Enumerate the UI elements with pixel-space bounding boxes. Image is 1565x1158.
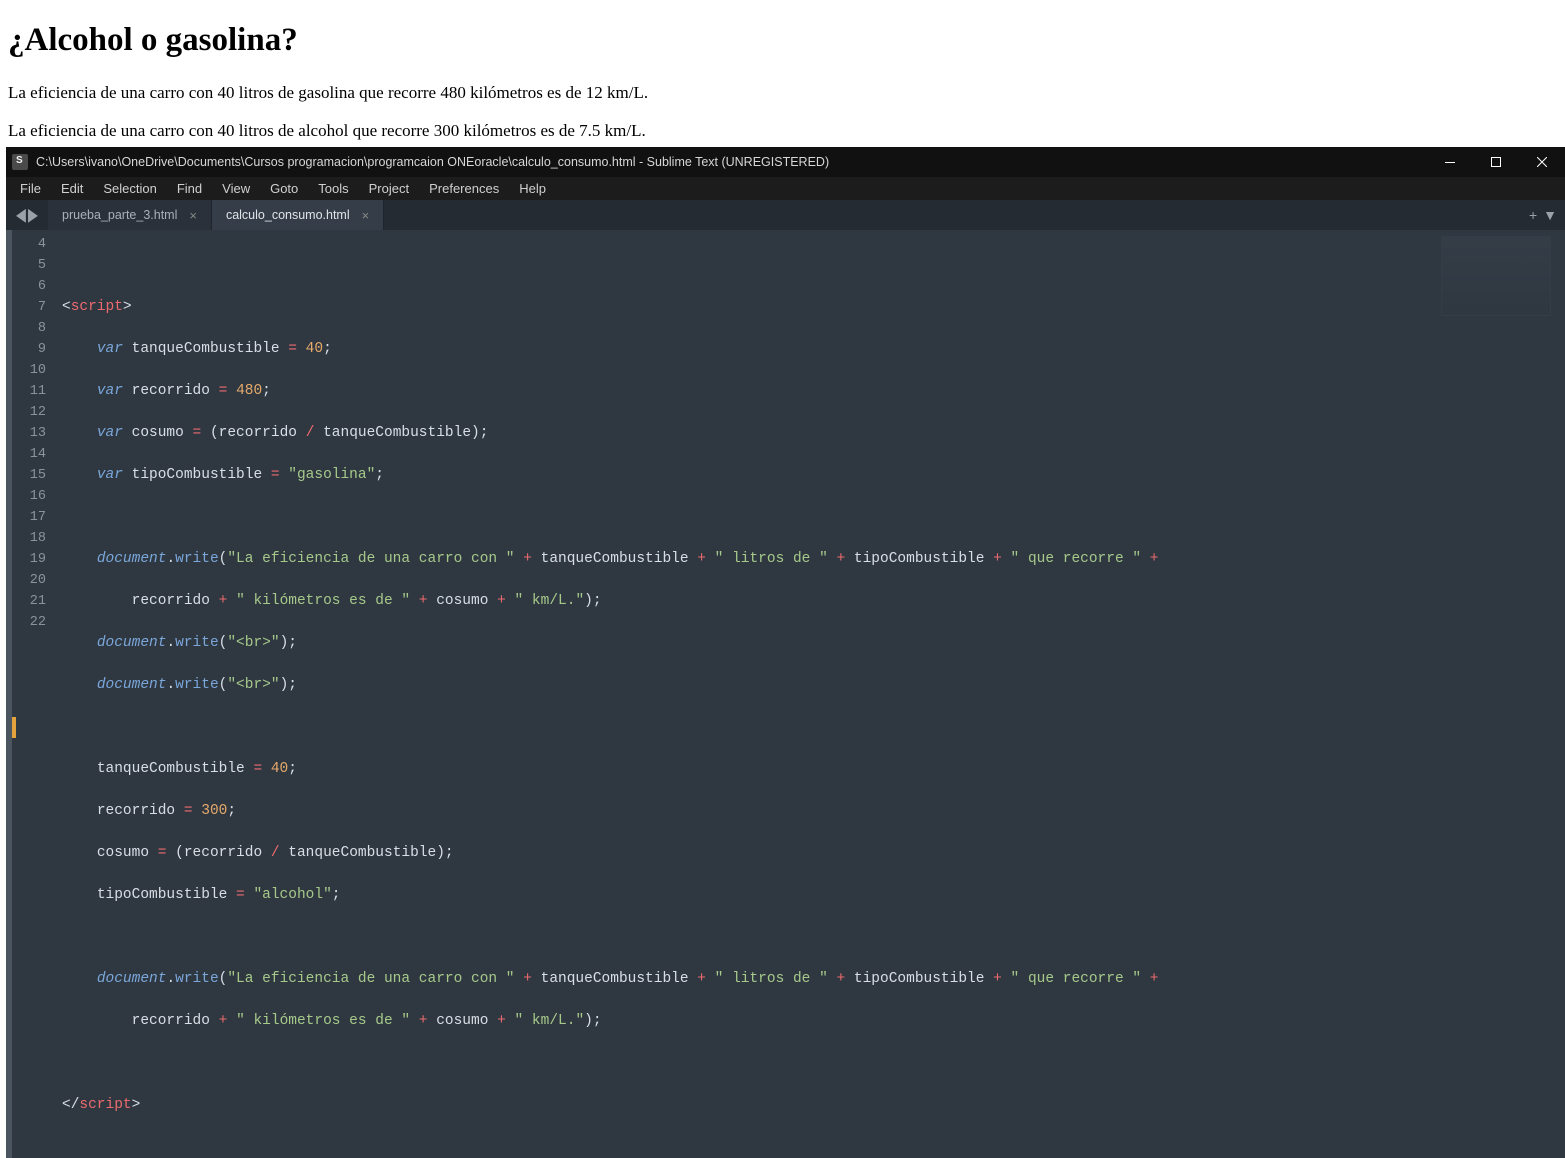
line-number: 5 (12, 255, 46, 276)
tab-close-icon[interactable]: × (189, 209, 197, 222)
line-number-gutter[interactable]: 4 5 6 7 8 9 10 11 12 13 14 15 16 17 18 1… (12, 230, 56, 1158)
line-number: 12 (12, 402, 46, 423)
code-line: document.write("La eficiencia de una car… (62, 549, 1565, 570)
output-line-1: La eficiencia de una carro con 40 litros… (8, 83, 1557, 103)
code-line: recorrido = 300; (62, 801, 1565, 822)
titlebar[interactable]: C:\Users\ivano\OneDrive\Documents\Cursos… (6, 147, 1565, 177)
line-number: 21 (12, 591, 46, 612)
code-line: cosumo = (recorrido / tanqueCombustible)… (62, 843, 1565, 864)
code-line (62, 927, 1565, 948)
menu-edit[interactable]: Edit (51, 177, 93, 200)
tab-close-icon[interactable]: × (362, 209, 370, 222)
line-number: 6 (12, 276, 46, 297)
browser-output: ¿Alcohol o gasolina? La eficiencia de un… (0, 0, 1565, 141)
code-line: recorrido + " kilómetros es de " + cosum… (62, 591, 1565, 612)
menu-project[interactable]: Project (359, 177, 419, 200)
window-title: C:\Users\ivano\OneDrive\Documents\Cursos… (36, 155, 1427, 169)
line-number: 15 (12, 465, 46, 486)
line-number: 19 (12, 549, 46, 570)
line-number: 17 (12, 507, 46, 528)
line-number: 14 (12, 444, 46, 465)
code-line: recorrido + " kilómetros es de " + cosum… (62, 1011, 1565, 1032)
tab-label: calculo_consumo.html (226, 208, 350, 222)
code-line: document.write("La eficiencia de una car… (62, 969, 1565, 990)
menu-file[interactable]: File (10, 177, 51, 200)
tab-dropdown-icon[interactable]: ▼ (1543, 207, 1557, 223)
code-line: var cosumo = (recorrido / tanqueCombusti… (62, 423, 1565, 444)
line-number: 4 (12, 234, 46, 255)
code-line: tanqueCombustible = 40; (62, 759, 1565, 780)
tab-label: prueba_parte_3.html (62, 208, 177, 222)
window-controls (1427, 147, 1565, 177)
code-line: document.write("<br>"); (62, 675, 1565, 696)
tab-bar: ◀ ▶ prueba_parte_3.html × calculo_consum… (6, 200, 1565, 230)
line-number: 8 (12, 318, 46, 339)
tab-nav-forward-icon[interactable]: ▶ (28, 204, 38, 226)
line-number: 9 (12, 339, 46, 360)
line-number: 22 (12, 612, 46, 633)
line-number: 16 (12, 486, 46, 507)
menu-tools[interactable]: Tools (308, 177, 358, 200)
menu-preferences[interactable]: Preferences (419, 177, 509, 200)
minimap[interactable] (1441, 236, 1551, 316)
line-number: 13 (12, 423, 46, 444)
sublime-text-window: C:\Users\ivano\OneDrive\Documents\Cursos… (6, 147, 1565, 905)
code-line (62, 255, 1565, 276)
code-body[interactable]: <script> var tanqueCombustible = 40; var… (56, 230, 1565, 1158)
menu-bar: File Edit Selection Find View Goto Tools… (6, 177, 1565, 200)
tab-bar-controls: + ▼ (1529, 200, 1557, 230)
output-line-2: La eficiencia de una carro con 40 litros… (8, 121, 1557, 141)
tab-calculo-consumo[interactable]: calculo_consumo.html × (212, 200, 384, 230)
tab-nav-back-icon[interactable]: ◀ (16, 204, 26, 226)
menu-help[interactable]: Help (509, 177, 556, 200)
cursor-indicator (12, 717, 16, 738)
new-tab-icon[interactable]: + (1529, 207, 1537, 223)
line-number: 10 (12, 360, 46, 381)
menu-goto[interactable]: Goto (260, 177, 308, 200)
code-line: var tanqueCombustible = 40; (62, 339, 1565, 360)
code-line: var tipoCombustible = "gasolina"; (62, 465, 1565, 486)
tab-history-nav: ◀ ▶ (6, 200, 48, 230)
code-line: </script> (62, 1095, 1565, 1116)
code-line (62, 717, 1565, 738)
maximize-button[interactable] (1473, 147, 1519, 177)
tab-prueba-parte-3[interactable]: prueba_parte_3.html × (48, 200, 212, 230)
editor-area[interactable]: 4 5 6 7 8 9 10 11 12 13 14 15 16 17 18 1… (6, 230, 1565, 1158)
sublime-app-icon (12, 154, 28, 170)
menu-find[interactable]: Find (167, 177, 212, 200)
page-heading: ¿Alcohol o gasolina? (8, 22, 1557, 59)
code-line: var recorrido = 480; (62, 381, 1565, 402)
minimize-button[interactable] (1427, 147, 1473, 177)
line-number: 11 (12, 381, 46, 402)
menu-view[interactable]: View (212, 177, 260, 200)
close-button[interactable] (1519, 147, 1565, 177)
code-line (62, 507, 1565, 528)
code-line: tipoCombustible = "alcohol"; (62, 885, 1565, 906)
line-number: 7 (12, 297, 46, 318)
menu-selection[interactable]: Selection (93, 177, 166, 200)
code-line: <script> (62, 297, 1565, 318)
code-line (62, 1053, 1565, 1074)
line-number: 18 (12, 528, 46, 549)
code-line: document.write("<br>"); (62, 633, 1565, 654)
line-number: 20 (12, 570, 46, 591)
